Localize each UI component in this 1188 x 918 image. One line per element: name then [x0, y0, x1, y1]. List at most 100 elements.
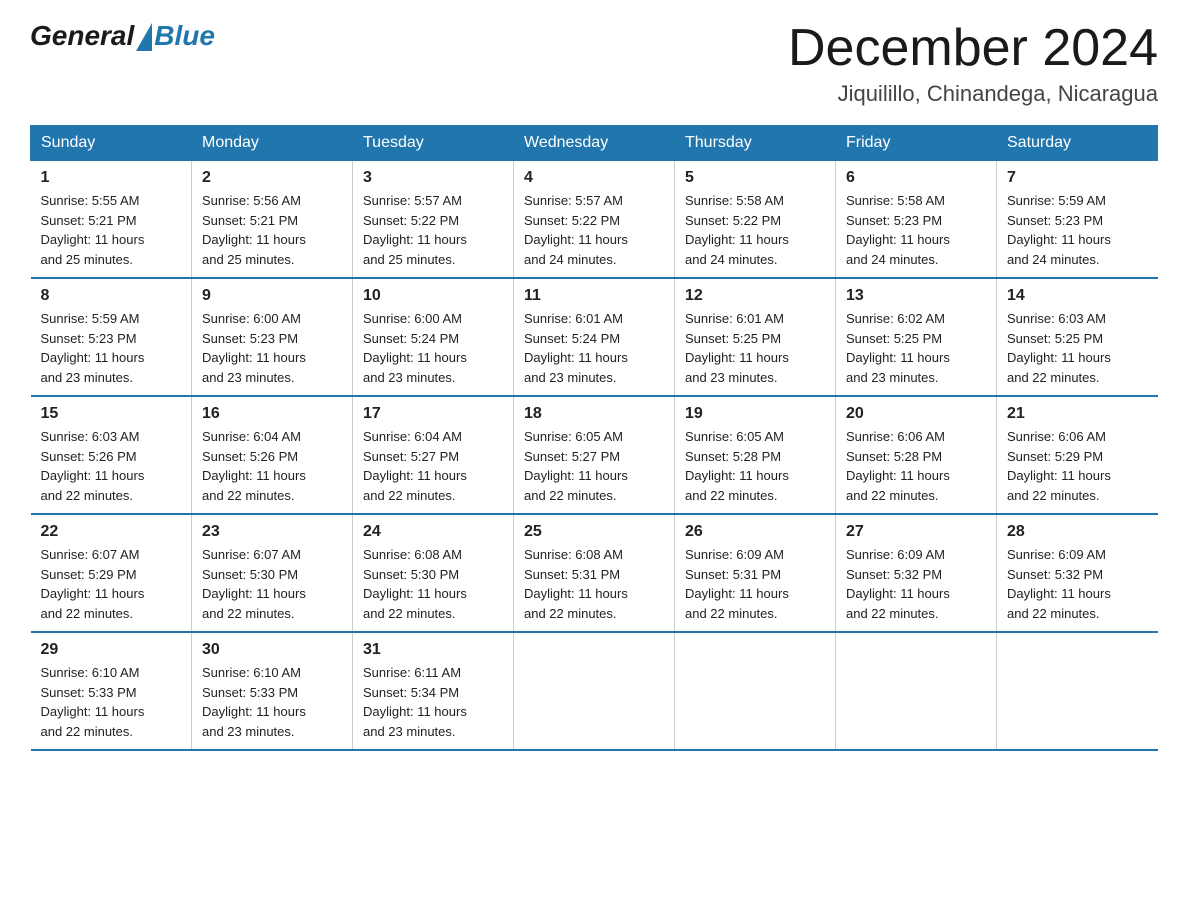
calendar-cell: [514, 632, 675, 750]
week-row-3: 15Sunrise: 6:03 AM Sunset: 5:26 PM Dayli…: [31, 396, 1158, 514]
day-number: 29: [41, 641, 182, 659]
calendar-cell: 27Sunrise: 6:09 AM Sunset: 5:32 PM Dayli…: [836, 514, 997, 632]
day-info: Sunrise: 5:58 AM Sunset: 5:22 PM Dayligh…: [685, 191, 825, 269]
calendar-cell: 31 Sunrise: 6:11 AM Sunset: 5:34 PM Dayli…: [353, 632, 514, 750]
calendar-cell: 19 Sunrise: 6:05 AM Sunset: 5:28 PM Dayli…: [675, 396, 836, 514]
day-info: Sunrise: 6:03 AM Sunset: 5:25 PM Dayligh…: [1007, 309, 1148, 387]
weekday-header-row: SundayMondayTuesdayWednesdayThursdayFrid…: [31, 126, 1158, 161]
day-info: Sunrise: 5:59 AM Sunset: 5:23 PM Dayligh…: [41, 309, 182, 387]
weekday-header-monday: Monday: [192, 126, 353, 161]
day-info: Sunrise: 6:06 AM Sunset: 5:29 PM Dayligh…: [1007, 427, 1148, 505]
calendar-cell: 26 Sunrise: 6:09 AM Sunset: 5:31 PM Dayli…: [675, 514, 836, 632]
day-info: Sunrise: 6:05 AM Sunset: 5:28 PM Dayligh…: [685, 427, 825, 505]
calendar-cell: 12 Sunrise: 6:01 AM Sunset: 5:25 PM Dayli…: [675, 278, 836, 396]
weekday-header-tuesday: Tuesday: [353, 126, 514, 161]
calendar-cell: 6 Sunrise: 5:58 AM Sunset: 5:23 PM Daylig…: [836, 161, 997, 279]
calendar-cell: 8 Sunrise: 5:59 AM Sunset: 5:23 PM Daylig…: [31, 278, 192, 396]
day-info: Sunrise: 6:00 AM Sunset: 5:23 PM Dayligh…: [202, 309, 342, 387]
calendar-cell: 28 Sunrise: 6:09 AM Sunset: 5:32 PM Dayli…: [997, 514, 1158, 632]
day-number: 16: [202, 405, 342, 423]
day-info: Sunrise: 6:09 AM Sunset: 5:32 PM Dayligh…: [1007, 545, 1148, 623]
day-info: Sunrise: 6:08 AM Sunset: 5:31 PM Dayligh…: [524, 545, 664, 623]
weekday-header-thursday: Thursday: [675, 126, 836, 161]
calendar-cell: 5Sunrise: 5:58 AM Sunset: 5:22 PM Daylig…: [675, 161, 836, 279]
day-info: Sunrise: 6:01 AM Sunset: 5:25 PM Dayligh…: [685, 309, 825, 387]
day-info: Sunrise: 6:09 AM Sunset: 5:32 PM Dayligh…: [846, 545, 986, 623]
day-number: 6: [846, 169, 986, 187]
day-number: 7: [1007, 169, 1148, 187]
day-number: 11: [524, 287, 664, 305]
day-info: Sunrise: 5:56 AM Sunset: 5:21 PM Dayligh…: [202, 191, 342, 269]
calendar-cell: 22 Sunrise: 6:07 AM Sunset: 5:29 PM Dayli…: [31, 514, 192, 632]
day-number: 8: [41, 287, 182, 305]
calendar-cell: 21 Sunrise: 6:06 AM Sunset: 5:29 PM Dayli…: [997, 396, 1158, 514]
day-number: 12: [685, 287, 825, 305]
day-number: 15: [41, 405, 182, 423]
page-header: General Blue December 2024 Jiquilillo, C…: [30, 20, 1158, 107]
week-row-4: 22 Sunrise: 6:07 AM Sunset: 5:29 PM Dayli…: [31, 514, 1158, 632]
day-number: 4: [524, 169, 664, 187]
calendar-cell: 2 Sunrise: 5:56 AM Sunset: 5:21 PM Daylig…: [192, 161, 353, 279]
day-number: 3: [363, 169, 503, 187]
calendar-cell: 4 Sunrise: 5:57 AM Sunset: 5:22 PM Daylig…: [514, 161, 675, 279]
calendar-body: 1Sunrise: 5:55 AM Sunset: 5:21 PM Daylig…: [31, 161, 1158, 751]
month-year-title: December 2024: [788, 20, 1158, 77]
calendar-cell: 29Sunrise: 6:10 AM Sunset: 5:33 PM Dayli…: [31, 632, 192, 750]
calendar-cell: 25 Sunrise: 6:08 AM Sunset: 5:31 PM Dayli…: [514, 514, 675, 632]
calendar-cell: 16 Sunrise: 6:04 AM Sunset: 5:26 PM Dayli…: [192, 396, 353, 514]
calendar-cell: 13 Sunrise: 6:02 AM Sunset: 5:25 PM Dayli…: [836, 278, 997, 396]
week-row-1: 1Sunrise: 5:55 AM Sunset: 5:21 PM Daylig…: [31, 161, 1158, 279]
day-number: 21: [1007, 405, 1148, 423]
day-info: Sunrise: 5:57 AM Sunset: 5:22 PM Dayligh…: [363, 191, 503, 269]
day-info: Sunrise: 6:11 AM Sunset: 5:34 PM Dayligh…: [363, 663, 503, 741]
day-number: 22: [41, 523, 182, 541]
calendar-cell: 18 Sunrise: 6:05 AM Sunset: 5:27 PM Dayli…: [514, 396, 675, 514]
day-number: 30: [202, 641, 342, 659]
logo-general-text: General: [30, 20, 134, 52]
day-info: Sunrise: 6:10 AM Sunset: 5:33 PM Dayligh…: [202, 663, 342, 741]
day-number: 13: [846, 287, 986, 305]
calendar-cell: 3 Sunrise: 5:57 AM Sunset: 5:22 PM Daylig…: [353, 161, 514, 279]
day-info: Sunrise: 5:57 AM Sunset: 5:22 PM Dayligh…: [524, 191, 664, 269]
day-number: 20: [846, 405, 986, 423]
day-info: Sunrise: 6:07 AM Sunset: 5:29 PM Dayligh…: [41, 545, 182, 623]
day-number: 31: [363, 641, 503, 659]
calendar-cell: 23Sunrise: 6:07 AM Sunset: 5:30 PM Dayli…: [192, 514, 353, 632]
calendar-cell: 15Sunrise: 6:03 AM Sunset: 5:26 PM Dayli…: [31, 396, 192, 514]
location-subtitle: Jiquilillo, Chinandega, Nicaragua: [788, 81, 1158, 107]
weekday-header-friday: Friday: [836, 126, 997, 161]
day-info: Sunrise: 6:08 AM Sunset: 5:30 PM Dayligh…: [363, 545, 503, 623]
week-row-5: 29 Sunrise: 6:10 AM Sunset: 5:33 PM Dayli…: [31, 632, 1158, 750]
day-number: 14: [1007, 287, 1148, 305]
logo: General Blue: [30, 20, 215, 52]
day-info: Sunrise: 6:04 AM Sunset: 5:27 PM Dayligh…: [363, 427, 503, 505]
day-info: Sunrise: 6:09 AM Sunset: 5:31 PM Dayligh…: [685, 545, 825, 623]
day-number: 18: [524, 405, 664, 423]
day-info: Sunrise: 5:55 AM Sunset: 5:21 PM Dayligh…: [41, 191, 182, 269]
calendar-cell: 24 Sunrise: 6:08 AM Sunset: 5:30 PM Dayli…: [353, 514, 514, 632]
day-info: Sunrise: 6:01 AM Sunset: 5:24 PM Dayligh…: [524, 309, 664, 387]
day-number: 9: [202, 287, 342, 305]
calendar-cell: 7Sunrise: 5:59 AM Sunset: 5:23 PM Daylig…: [997, 161, 1158, 279]
day-info: Sunrise: 5:58 AM Sunset: 5:23 PM Dayligh…: [846, 191, 986, 269]
day-number: 25: [524, 523, 664, 541]
day-info: Sunrise: 6:00 AM Sunset: 5:24 PM Dayligh…: [363, 309, 503, 387]
day-number: 26: [685, 523, 825, 541]
day-info: Sunrise: 6:02 AM Sunset: 5:25 PM Dayligh…: [846, 309, 986, 387]
weekday-header-sunday: Sunday: [31, 126, 192, 161]
calendar-cell: 10 Sunrise: 6:00 AM Sunset: 5:24 PM Dayli…: [353, 278, 514, 396]
logo-blue-text: Blue: [154, 20, 215, 52]
calendar-cell: 30 Sunrise: 6:10 AM Sunset: 5:33 PM Dayli…: [192, 632, 353, 750]
day-number: 28: [1007, 523, 1148, 541]
day-number: 23: [202, 523, 342, 541]
day-number: 24: [363, 523, 503, 541]
day-info: Sunrise: 6:04 AM Sunset: 5:26 PM Dayligh…: [202, 427, 342, 505]
day-number: 10: [363, 287, 503, 305]
day-info: Sunrise: 6:05 AM Sunset: 5:27 PM Dayligh…: [524, 427, 664, 505]
day-number: 2: [202, 169, 342, 187]
calendar-cell: 11 Sunrise: 6:01 AM Sunset: 5:24 PM Dayli…: [514, 278, 675, 396]
calendar-cell: [675, 632, 836, 750]
calendar-cell: 20Sunrise: 6:06 AM Sunset: 5:28 PM Dayli…: [836, 396, 997, 514]
calendar-header: SundayMondayTuesdayWednesdayThursdayFrid…: [31, 126, 1158, 161]
day-number: 19: [685, 405, 825, 423]
